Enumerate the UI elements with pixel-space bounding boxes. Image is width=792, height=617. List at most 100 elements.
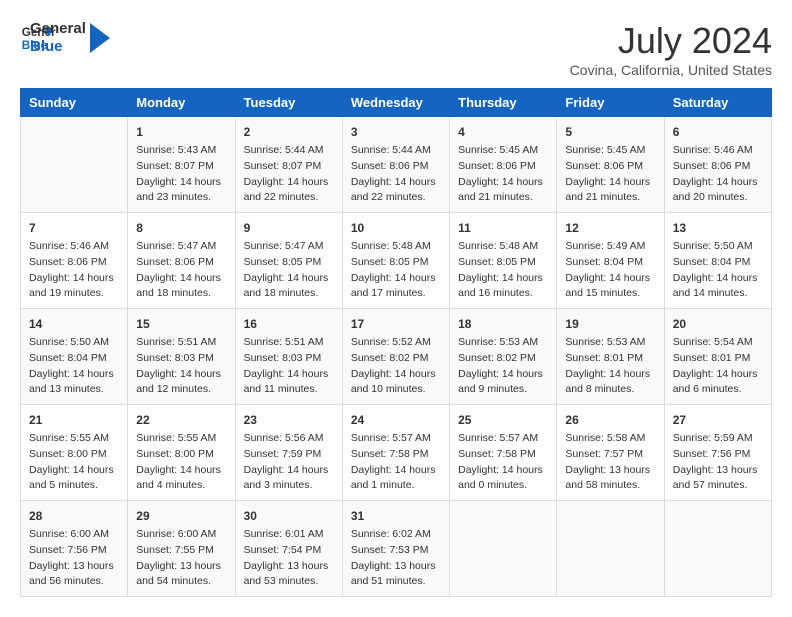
calendar-cell: 26Sunrise: 5:58 AMSunset: 7:57 PMDayligh… (557, 405, 664, 501)
calendar-cell: 23Sunrise: 5:56 AMSunset: 7:59 PMDayligh… (235, 405, 342, 501)
cell-text: and 0 minutes. (458, 478, 548, 494)
cell-text: Sunrise: 5:49 AM (565, 239, 655, 255)
cell-text: Sunset: 8:05 PM (458, 255, 548, 271)
cell-text: Sunset: 8:06 PM (565, 159, 655, 175)
weekday-header-thursday: Thursday (450, 89, 557, 117)
page-header: General Blue General Blue July 2024 Covi… (20, 20, 772, 78)
calendar-cell: 6Sunrise: 5:46 AMSunset: 8:06 PMDaylight… (664, 117, 771, 213)
cell-text: Sunset: 7:58 PM (351, 447, 441, 463)
cell-text: Daylight: 14 hours (351, 271, 441, 287)
cell-text: Sunset: 8:06 PM (458, 159, 548, 175)
cell-text: Sunset: 8:04 PM (29, 351, 119, 367)
weekday-header-saturday: Saturday (664, 89, 771, 117)
cell-text: Sunset: 8:03 PM (136, 351, 226, 367)
calendar-cell (450, 501, 557, 597)
calendar-cell: 2Sunrise: 5:44 AMSunset: 8:07 PMDaylight… (235, 117, 342, 213)
calendar-cell: 8Sunrise: 5:47 AMSunset: 8:06 PMDaylight… (128, 213, 235, 309)
cell-text: Daylight: 14 hours (29, 271, 119, 287)
day-number: 21 (29, 411, 119, 429)
cell-text: and 1 minute. (351, 478, 441, 494)
calendar-cell: 19Sunrise: 5:53 AMSunset: 8:01 PMDayligh… (557, 309, 664, 405)
cell-text: Sunrise: 5:47 AM (244, 239, 334, 255)
cell-text: and 15 minutes. (565, 286, 655, 302)
day-number: 9 (244, 219, 334, 237)
cell-text: Sunset: 8:04 PM (673, 255, 763, 271)
cell-text: Sunset: 7:58 PM (458, 447, 548, 463)
cell-text: Daylight: 14 hours (565, 367, 655, 383)
calendar-cell: 10Sunrise: 5:48 AMSunset: 8:05 PMDayligh… (342, 213, 449, 309)
logo: General Blue General Blue (20, 20, 110, 56)
calendar-cell: 12Sunrise: 5:49 AMSunset: 8:04 PMDayligh… (557, 213, 664, 309)
cell-text: Sunset: 8:02 PM (458, 351, 548, 367)
cell-text: and 5 minutes. (29, 478, 119, 494)
cell-text: Daylight: 14 hours (458, 367, 548, 383)
cell-text: and 6 minutes. (673, 382, 763, 398)
cell-text: Sunset: 8:01 PM (565, 351, 655, 367)
cell-text: and 57 minutes. (673, 478, 763, 494)
day-number: 22 (136, 411, 226, 429)
weekday-header-row: SundayMondayTuesdayWednesdayThursdayFrid… (21, 89, 772, 117)
cell-text: Sunset: 7:53 PM (351, 543, 441, 559)
cell-text: Sunrise: 5:43 AM (136, 143, 226, 159)
calendar-cell: 20Sunrise: 5:54 AMSunset: 8:01 PMDayligh… (664, 309, 771, 405)
cell-text: Daylight: 14 hours (565, 175, 655, 191)
cell-text: and 58 minutes. (565, 478, 655, 494)
calendar-cell (557, 501, 664, 597)
cell-text: and 54 minutes. (136, 574, 226, 590)
cell-text: Sunrise: 5:50 AM (29, 335, 119, 351)
cell-text: and 56 minutes. (29, 574, 119, 590)
cell-text: Sunrise: 5:57 AM (351, 431, 441, 447)
calendar-cell: 1Sunrise: 5:43 AMSunset: 8:07 PMDaylight… (128, 117, 235, 213)
cell-text: Sunset: 8:07 PM (244, 159, 334, 175)
cell-text: Sunrise: 5:52 AM (351, 335, 441, 351)
day-number: 1 (136, 123, 226, 141)
day-number: 13 (673, 219, 763, 237)
cell-text: Sunrise: 5:45 AM (458, 143, 548, 159)
day-number: 4 (458, 123, 548, 141)
weekday-header-sunday: Sunday (21, 89, 128, 117)
day-number: 31 (351, 507, 441, 525)
day-number: 26 (565, 411, 655, 429)
calendar-week-row: 7Sunrise: 5:46 AMSunset: 8:06 PMDaylight… (21, 213, 772, 309)
cell-text: Daylight: 13 hours (673, 463, 763, 479)
cell-text: Sunrise: 5:46 AM (29, 239, 119, 255)
calendar-cell: 31Sunrise: 6:02 AMSunset: 7:53 PMDayligh… (342, 501, 449, 597)
cell-text: Sunrise: 5:59 AM (673, 431, 763, 447)
weekday-header-tuesday: Tuesday (235, 89, 342, 117)
cell-text: Daylight: 14 hours (244, 367, 334, 383)
cell-text: Daylight: 14 hours (244, 175, 334, 191)
day-number: 12 (565, 219, 655, 237)
cell-text: Daylight: 14 hours (29, 463, 119, 479)
cell-text: and 21 minutes. (458, 190, 548, 206)
cell-text: Daylight: 14 hours (29, 367, 119, 383)
month-year-title: July 2024 (570, 20, 772, 62)
cell-text: and 4 minutes. (136, 478, 226, 494)
cell-text: and 20 minutes. (673, 190, 763, 206)
calendar-cell (21, 117, 128, 213)
cell-text: Sunrise: 5:47 AM (136, 239, 226, 255)
cell-text: Sunset: 8:02 PM (351, 351, 441, 367)
day-number: 24 (351, 411, 441, 429)
location-subtitle: Covina, California, United States (570, 62, 772, 78)
cell-text: Sunset: 7:55 PM (136, 543, 226, 559)
cell-text: Sunrise: 5:54 AM (673, 335, 763, 351)
cell-text: Sunrise: 5:58 AM (565, 431, 655, 447)
calendar-cell: 30Sunrise: 6:01 AMSunset: 7:54 PMDayligh… (235, 501, 342, 597)
cell-text: Sunset: 8:04 PM (565, 255, 655, 271)
cell-text: Sunrise: 6:01 AM (244, 527, 334, 543)
calendar-cell: 16Sunrise: 5:51 AMSunset: 8:03 PMDayligh… (235, 309, 342, 405)
cell-text: and 14 minutes. (673, 286, 763, 302)
cell-text: Sunset: 8:00 PM (136, 447, 226, 463)
cell-text: Daylight: 14 hours (136, 271, 226, 287)
cell-text: Sunrise: 5:51 AM (136, 335, 226, 351)
day-number: 3 (351, 123, 441, 141)
calendar-cell: 27Sunrise: 5:59 AMSunset: 7:56 PMDayligh… (664, 405, 771, 501)
cell-text: Sunrise: 5:48 AM (351, 239, 441, 255)
calendar-table: SundayMondayTuesdayWednesdayThursdayFrid… (20, 88, 772, 597)
cell-text: Sunrise: 6:00 AM (29, 527, 119, 543)
calendar-cell: 28Sunrise: 6:00 AMSunset: 7:56 PMDayligh… (21, 501, 128, 597)
cell-text: Sunrise: 5:55 AM (136, 431, 226, 447)
day-number: 8 (136, 219, 226, 237)
day-number: 30 (244, 507, 334, 525)
calendar-cell: 15Sunrise: 5:51 AMSunset: 8:03 PMDayligh… (128, 309, 235, 405)
